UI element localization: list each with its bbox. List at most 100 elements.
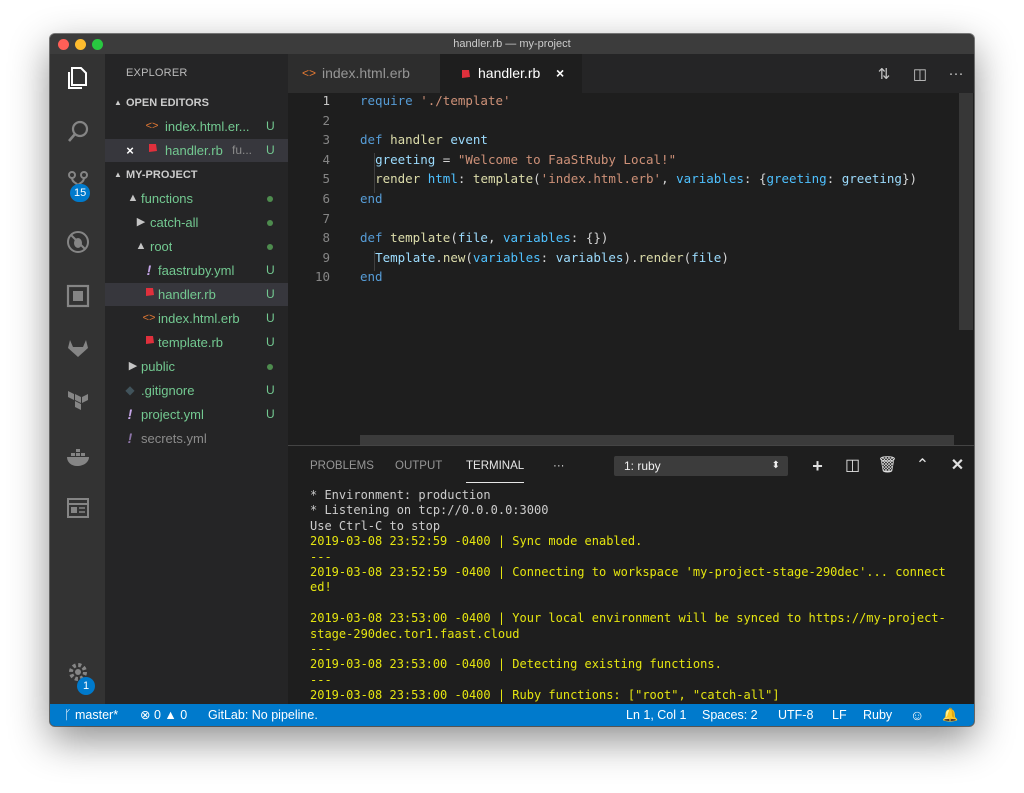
horizontal-scrollbar[interactable] <box>360 435 954 445</box>
code-line: greeting = "Welcome to FaaStRuby Local!" <box>375 151 677 167</box>
encoding-status[interactable]: UTF-8 <box>778 704 813 726</box>
code-editor[interactable]: 1 2 3 4 5 6 7 8 9 10 require './template… <box>288 93 974 445</box>
title-bar: handler.rb — my-project <box>50 34 974 54</box>
tree-folder-public[interactable]: ▶ public <box>105 355 288 378</box>
indentation-status[interactable]: Spaces: 2 <box>702 704 758 726</box>
modified-dot <box>267 244 273 250</box>
terminal-line: 2019-03-08 23:52:59 -0400 | Sync mode en… <box>310 534 643 549</box>
code-line: def template(file, variables: {}) <box>360 230 609 246</box>
branch-status[interactable]: ᚴ master* <box>64 704 118 726</box>
split-editor-icon[interactable]: ◫ <box>902 65 938 83</box>
terminal-line: * Environment: production <box>310 488 491 502</box>
code-line: def handler event <box>360 132 488 148</box>
manage-activity[interactable]: 1 <box>50 648 105 696</box>
yaml-file-icon: ! <box>127 406 133 422</box>
terminal-line: --- <box>310 549 332 564</box>
cursor-position[interactable]: Ln 1, Col 1 <box>626 704 686 726</box>
line-number: 10 <box>314 269 330 285</box>
html-file-icon: <> <box>302 66 317 80</box>
docker-activity[interactable] <box>50 434 105 482</box>
tree-file-handler-rb[interactable]: handler.rb U <box>105 283 288 306</box>
chevron-down-icon: ▲ <box>135 240 147 252</box>
tree-folder-catch-all[interactable]: ▶ catch-all <box>105 211 288 234</box>
tab-terminal[interactable]: TERMINAL <box>466 460 525 483</box>
editor-tabs: <> index.html.erb handler.rb × ⇅ ◫ ··· <box>288 54 974 93</box>
feedback-smiley-icon[interactable]: ☺ <box>910 704 924 726</box>
tree-file-template-rb[interactable]: template.rb U <box>105 331 288 354</box>
window-close-button[interactable] <box>58 39 69 50</box>
close-icon[interactable]: × <box>123 139 137 162</box>
trash-icon[interactable]: 🗑 <box>870 454 905 478</box>
terminal-line: 2019-03-08 23:53:00 -0400 | Detecting ex… <box>310 657 722 672</box>
ruby-file-icon <box>460 55 471 94</box>
maximize-panel-icon[interactable]: ⌃ <box>905 454 940 478</box>
code-line: require './template' <box>360 93 511 108</box>
docker-icon <box>66 449 89 466</box>
chevron-down-icon: ▲ <box>127 192 139 204</box>
tab-handler-rb[interactable]: handler.rb × <box>440 54 582 93</box>
code-line: end <box>360 191 383 206</box>
tab-close-button[interactable]: × <box>556 54 564 93</box>
window-maximize-button[interactable] <box>92 39 103 50</box>
debug-activity[interactable] <box>50 218 105 266</box>
tree-folder-functions[interactable]: ▲ functions <box>105 187 288 210</box>
split-terminal-icon[interactable]: ◫ <box>835 454 870 478</box>
gitlab-activity[interactable] <box>50 324 105 372</box>
tree-file-project-yml[interactable]: ! project.yml U <box>105 403 288 426</box>
problems-status[interactable]: ⊗ 0 ▲ 0 <box>140 704 187 726</box>
new-terminal-icon[interactable]: + <box>800 454 835 478</box>
open-editor-index[interactable]: <> index.html.er... U <box>105 115 288 138</box>
yaml-file-icon: ! <box>146 262 152 278</box>
line-number: 8 <box>322 230 330 246</box>
tree-folder-root[interactable]: ▲ root <box>105 235 288 258</box>
yaml-file-icon: ! <box>127 430 133 446</box>
open-editors-header[interactable]: ▲ OPEN EDITORS <box>105 92 288 114</box>
tree-file-secrets-yml[interactable]: ! secrets.yml <box>105 427 288 450</box>
terminal-line: --- <box>310 642 332 657</box>
search-activity[interactable] <box>50 108 105 156</box>
project-header[interactable]: ▲ MY-PROJECT <box>105 164 288 186</box>
tab-problems[interactable]: PROBLEMS <box>310 460 374 472</box>
source-control-activity[interactable]: 15 <box>50 158 105 206</box>
terraform-icon <box>67 391 88 410</box>
modified-dot <box>267 220 273 226</box>
tree-file-gitignore[interactable]: ◆ .gitignore U <box>105 379 288 402</box>
error-icon: ⊗ <box>140 708 151 722</box>
status-bar: ᚴ master* ⊗ 0 ▲ 0 GitLab: No pipeline. L… <box>50 704 974 726</box>
compare-changes-icon[interactable]: ⇅ <box>866 65 902 83</box>
window-minimize-button[interactable] <box>75 39 86 50</box>
more-actions-icon[interactable]: ··· <box>938 65 974 82</box>
modified-dot <box>267 196 273 202</box>
html-file-icon: <> <box>145 120 159 132</box>
terminal-line: 2019-03-08 23:52:59 -0400 | Connecting t… <box>310 565 946 595</box>
terminal-output[interactable]: * Environment: production * Listening on … <box>310 488 960 704</box>
language-mode[interactable]: Ruby <box>863 704 892 726</box>
vertical-scrollbar[interactable] <box>959 93 973 330</box>
notifications-bell-icon[interactable]: 🔔 <box>942 704 958 726</box>
terminal-line: 2019-03-08 23:53:00 -0400 | Your local e… <box>310 611 946 641</box>
panel-more-button[interactable]: ··· <box>553 460 565 472</box>
line-number: 4 <box>322 151 330 167</box>
ruby-file-icon <box>142 283 156 306</box>
tab-output[interactable]: OUTPUT <box>395 460 442 472</box>
terraform-activity[interactable] <box>50 376 105 424</box>
terminal-line: 2019-03-08 23:53:00 -0400 | Ruby functio… <box>310 688 780 703</box>
chevron-down-icon: ▲ <box>114 98 122 107</box>
close-panel-icon[interactable]: ✕ <box>940 454 974 478</box>
line-number: 2 <box>322 112 330 128</box>
explorer-activity[interactable] <box>50 54 105 102</box>
open-editor-handler[interactable]: × handler.rb fu... U <box>105 139 288 162</box>
terminal-line: * Listening on tcp://0.0.0.0:3000 <box>310 503 549 518</box>
tree-file-faastruby-yml[interactable]: ! faastruby.yml U <box>105 259 288 282</box>
explorer-title: EXPLORER <box>126 67 188 79</box>
preview-activity[interactable] <box>50 484 105 532</box>
tree-file-index-html-erb[interactable]: <> index.html.erb U <box>105 307 288 330</box>
files-icon <box>67 67 87 89</box>
gitlab-status[interactable]: GitLab: No pipeline. <box>208 704 318 726</box>
tab-index-html-erb[interactable]: <> index.html.erb <box>288 54 440 93</box>
terminal-line: Use Ctrl-C to stop <box>310 518 441 533</box>
browser-preview-icon <box>66 498 89 518</box>
eol-status[interactable]: LF <box>832 704 847 726</box>
extensions-activity[interactable] <box>50 272 105 320</box>
terminal-select[interactable]: 1: ruby ⬍ <box>614 456 788 476</box>
